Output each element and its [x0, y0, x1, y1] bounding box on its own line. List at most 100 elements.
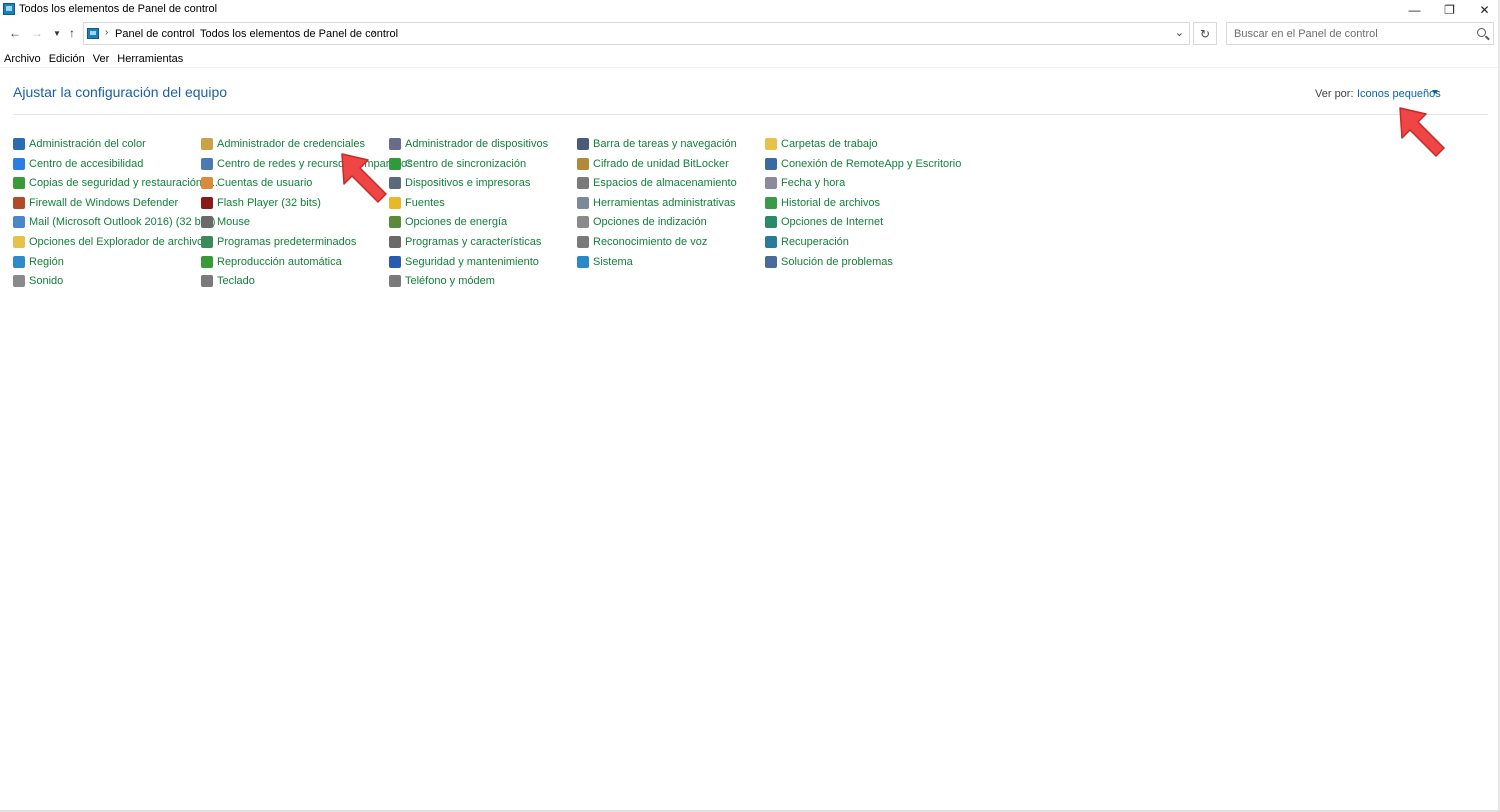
annotation-arrow-icon — [1396, 104, 1450, 158]
control-panel-item-label[interactable]: Dispositivos e impresoras — [405, 177, 530, 189]
menu-archivo[interactable]: Archivo — [0, 52, 45, 68]
control-panel-item[interactable]: Historial de archivos — [765, 195, 880, 211]
control-panel-item[interactable]: Flash Player (32 bits) — [201, 195, 321, 211]
control-panel-item[interactable]: Opciones de energía — [389, 214, 507, 230]
breadcrumb-chevron-icon[interactable]: › — [105, 27, 108, 38]
caret-down-icon[interactable] — [1432, 90, 1438, 94]
control-panel-item-label[interactable]: Programas y características — [405, 236, 541, 248]
search-icon[interactable] — [1477, 28, 1486, 37]
menu-herramientas[interactable]: Herramientas — [113, 52, 187, 68]
control-panel-item-label[interactable]: Carpetas de trabajo — [781, 138, 878, 150]
breadcrumb-all-items[interactable]: Todos los elementos de Panel de control — [200, 28, 398, 40]
control-panel-item[interactable]: Firewall de Windows Defender — [13, 195, 178, 211]
chevron-down-icon[interactable]: ⌄ — [1175, 26, 1184, 39]
credentials-icon — [201, 138, 213, 150]
control-panel-item-label[interactable]: Historial de archivos — [781, 197, 880, 209]
control-panel-item-label[interactable]: Programas predeterminados — [217, 236, 356, 248]
control-panel-item[interactable]: Cifrado de unidad BitLocker — [577, 156, 729, 172]
control-panel-item[interactable]: Sistema — [577, 254, 633, 270]
control-panel-item[interactable]: Programas predeterminados — [201, 234, 356, 250]
refresh-icon[interactable]: ↻ — [1193, 22, 1217, 45]
control-panel-item-label[interactable]: Fecha y hora — [781, 177, 845, 189]
control-panel-item-label[interactable]: Administrador de credenciales — [217, 138, 365, 150]
control-panel-item[interactable]: Espacios de almacenamiento — [577, 175, 737, 191]
control-panel-item-label[interactable]: Teclado — [217, 275, 255, 287]
control-panel-item-label[interactable]: Herramientas administrativas — [593, 197, 735, 209]
control-panel-item-label[interactable]: Reproducción automática — [217, 256, 342, 268]
control-panel-item[interactable]: Copias de seguridad y restauración (... — [13, 175, 218, 191]
control-panel-item-label[interactable]: Solución de problemas — [781, 256, 893, 268]
control-panel-item[interactable]: Teléfono y módem — [389, 273, 495, 289]
control-panel-item[interactable]: Opciones de indización — [577, 214, 707, 230]
forward-arrow-icon[interactable]: → — [29, 25, 45, 41]
control-panel-item[interactable]: Administración del color — [13, 136, 146, 152]
control-panel-item[interactable]: Opciones del Explorador de archivos — [13, 234, 209, 250]
minimize-button[interactable]: — — [1397, 0, 1432, 19]
control-panel-item-label[interactable]: Copias de seguridad y restauración (... — [29, 177, 218, 189]
control-panel-item-label[interactable]: Mouse — [217, 216, 250, 228]
address-bar[interactable]: › Panel de control › Todos los elementos… — [83, 22, 1190, 45]
control-panel-item-label[interactable]: Sistema — [593, 256, 633, 268]
control-panel-item-label[interactable]: Administración del color — [29, 138, 146, 150]
control-panel-item[interactable]: Fecha y hora — [765, 175, 845, 191]
control-panel-item-label[interactable]: Conexión de RemoteApp y Escritorio — [781, 158, 961, 170]
control-panel-item-label[interactable]: Recuperación — [781, 236, 849, 248]
breadcrumb-chevron-icon[interactable]: › — [189, 27, 192, 38]
control-panel-item-label[interactable]: Barra de tareas y navegación — [593, 138, 737, 150]
control-panel-item[interactable]: Opciones de Internet — [765, 214, 883, 230]
control-panel-item[interactable]: Centro de accesibilidad — [13, 156, 143, 172]
control-panel-item[interactable]: Reconocimiento de voz — [577, 234, 707, 250]
control-panel-item-label[interactable]: Fuentes — [405, 197, 445, 209]
control-panel-item[interactable]: Seguridad y mantenimiento — [389, 254, 539, 270]
control-panel-item[interactable]: Dispositivos e impresoras — [389, 175, 530, 191]
control-panel-item-label[interactable]: Reconocimiento de voz — [593, 236, 707, 248]
control-panel-item[interactable]: Fuentes — [389, 195, 445, 211]
control-panel-item-label[interactable]: Flash Player (32 bits) — [217, 197, 321, 209]
control-panel-item[interactable]: Carpetas de trabajo — [765, 136, 878, 152]
view-by-dropdown[interactable]: Iconos pequeños — [1357, 88, 1441, 100]
control-panel-item-label[interactable]: Opciones de indización — [593, 216, 707, 228]
control-panel-item[interactable]: Recuperación — [765, 234, 849, 250]
control-panel-item[interactable]: Región — [13, 254, 64, 270]
control-panel-item[interactable]: Programas y características — [389, 234, 541, 250]
up-arrow-icon[interactable]: ↑ — [64, 25, 80, 41]
control-panel-item[interactable]: Mail (Microsoft Outlook 2016) (32 bits) — [13, 214, 215, 230]
breadcrumb-control-panel[interactable]: Panel de control — [115, 28, 195, 40]
menu-edicion[interactable]: Edición — [45, 52, 89, 68]
control-panel-item-label[interactable]: Mail (Microsoft Outlook 2016) (32 bits) — [29, 216, 215, 228]
control-panel-item-label[interactable]: Centro de sincronización — [405, 158, 526, 170]
control-panel-item[interactable]: Sonido — [13, 273, 63, 289]
control-panel-item-label[interactable]: Teléfono y módem — [405, 275, 495, 287]
restore-button[interactable]: ❐ — [1432, 0, 1467, 19]
control-panel-item-label[interactable]: Firewall de Windows Defender — [29, 197, 178, 209]
close-button[interactable]: ✕ — [1467, 0, 1500, 19]
autoplay-icon — [201, 256, 213, 268]
control-panel-item[interactable]: Reproducción automática — [201, 254, 342, 270]
control-panel-item-label[interactable]: Opciones de energía — [405, 216, 507, 228]
control-panel-item[interactable]: Cuentas de usuario — [201, 175, 312, 191]
control-panel-item-label[interactable]: Región — [29, 256, 64, 268]
control-panel-item-label[interactable]: Seguridad y mantenimiento — [405, 256, 539, 268]
search-input[interactable]: Buscar en el Panel de control — [1226, 22, 1494, 45]
folder-options-icon — [13, 236, 25, 248]
control-panel-item[interactable]: Mouse — [201, 214, 250, 230]
control-panel-item-label[interactable]: Opciones del Explorador de archivos — [29, 236, 209, 248]
control-panel-item-label[interactable]: Opciones de Internet — [781, 216, 883, 228]
control-panel-item[interactable]: Solución de problemas — [765, 254, 893, 270]
menu-ver[interactable]: Ver — [89, 52, 114, 68]
back-arrow-icon[interactable]: ← — [7, 25, 23, 41]
control-panel-item-label[interactable]: Centro de accesibilidad — [29, 158, 143, 170]
control-panel-item[interactable]: Barra de tareas y navegación — [577, 136, 737, 152]
control-panel-item-label[interactable]: Administrador de dispositivos — [405, 138, 548, 150]
control-panel-item[interactable]: Centro de sincronización — [389, 156, 526, 172]
control-panel-item-label[interactable]: Espacios de almacenamiento — [593, 177, 737, 189]
control-panel-item-label[interactable]: Cifrado de unidad BitLocker — [593, 158, 729, 170]
control-panel-item[interactable]: Conexión de RemoteApp y Escritorio — [765, 156, 961, 172]
control-panel-item[interactable]: Teclado — [201, 273, 255, 289]
control-panel-item-label[interactable]: Cuentas de usuario — [217, 177, 312, 189]
control-panel-item[interactable]: Herramientas administrativas — [577, 195, 735, 211]
control-panel-item-label[interactable]: Sonido — [29, 275, 63, 287]
recent-locations-icon[interactable]: ▼ — [49, 25, 65, 41]
breadcrumb-chevron-icon[interactable]: › — [372, 27, 375, 38]
control-panel-item[interactable]: Administrador de dispositivos — [389, 136, 548, 152]
